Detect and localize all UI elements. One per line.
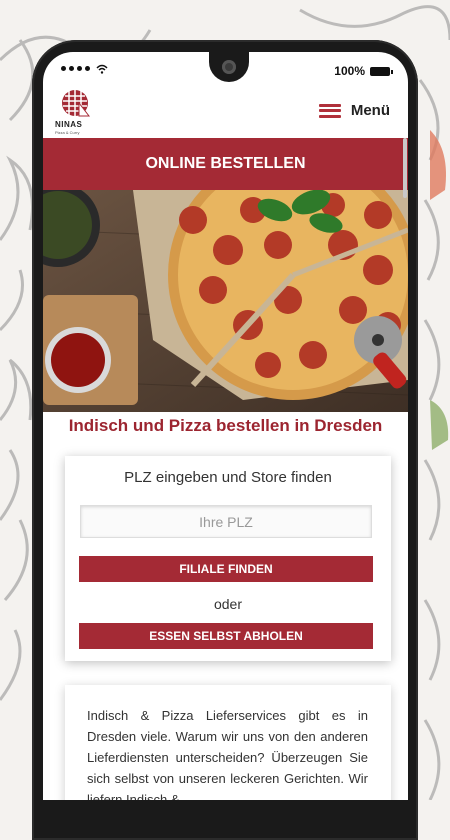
hero-image xyxy=(43,190,408,412)
find-store-button[interactable]: FILIALE FINDEN xyxy=(79,556,373,582)
logo-name: NINAS xyxy=(55,120,83,129)
battery-icon xyxy=(370,67,393,76)
phone-screen: 100% NINAS Pizza & Curry Menü ONLINE BES… xyxy=(43,52,408,800)
menu-label: Menü xyxy=(350,102,390,119)
status-bar: 100% xyxy=(43,62,408,82)
scrollbar[interactable] xyxy=(403,138,407,198)
menu-button[interactable]: Menü xyxy=(318,102,390,119)
signal-icon xyxy=(61,66,90,71)
wifi-icon xyxy=(96,64,108,74)
site-header: NINAS Pizza & Curry Menü xyxy=(43,86,408,138)
battery-percentage: 100% xyxy=(334,64,365,78)
logo-tagline: Pizza & Curry xyxy=(55,130,80,135)
banner-title: ONLINE BESTELLEN xyxy=(145,155,306,172)
intro-card: Indisch & Pizza Lieferservices gibt es i… xyxy=(65,685,391,800)
self-pickup-button[interactable]: ESSEN SELBST ABHOLEN xyxy=(79,623,373,649)
plz-input[interactable] xyxy=(80,505,372,538)
page-subtitle: Indisch und Pizza bestellen in Dresden xyxy=(68,416,383,435)
hamburger-icon xyxy=(318,103,341,118)
store-finder-card: PLZ eingeben und Store finden FILIALE FI… xyxy=(65,456,391,661)
or-text: oder xyxy=(213,596,243,612)
online-order-banner: ONLINE BESTELLEN xyxy=(43,138,408,190)
pizza-photo xyxy=(43,190,408,412)
store-finder-title: PLZ eingeben und Store finden xyxy=(124,469,332,486)
intro-text: Indisch & Pizza Lieferservices gibt es i… xyxy=(87,708,368,800)
